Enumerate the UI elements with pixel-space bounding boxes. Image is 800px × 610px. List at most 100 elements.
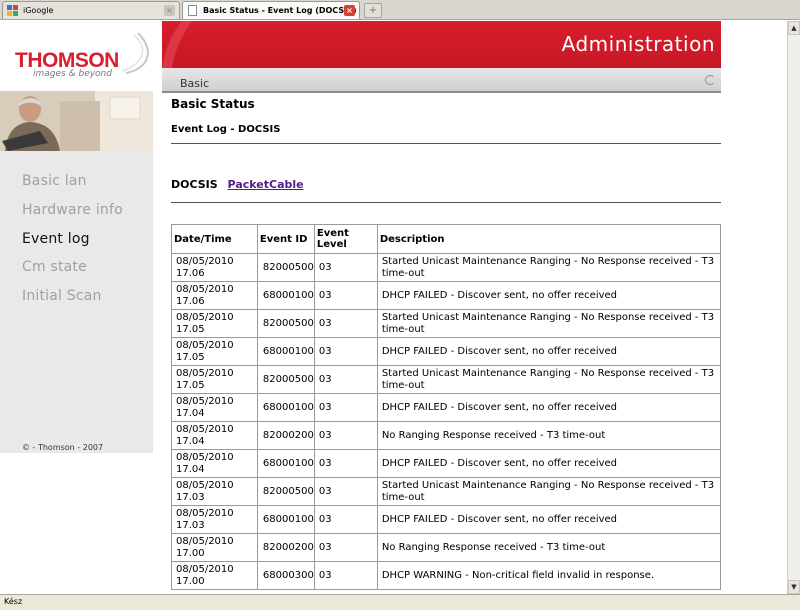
cell-date: 08/05/2010 — [176, 339, 234, 351]
google-favicon-icon — [7, 5, 18, 16]
cell-event-id: 82000200 — [256, 421, 315, 450]
cell-datetime: 08/05/2010 17.03 — [171, 505, 258, 534]
packetcable-link[interactable]: PacketCable — [228, 178, 304, 191]
cell-time: 17.05 — [176, 323, 205, 335]
cell-event-id: 68000100 — [256, 393, 315, 422]
sidebar-item-cm-state[interactable]: Cm state — [22, 259, 87, 275]
table-row: 08/05/2010 17.03 68000100 03 DHCP FAILED - D… — [171, 505, 722, 534]
table-row: 08/05/2010 17.06 82000500 03 Started Unicast… — [171, 253, 722, 282]
column-header-description: Description — [376, 224, 722, 254]
cell-time: 17.00 — [176, 575, 205, 587]
cell-datetime: 08/05/2010 17.03 — [171, 477, 258, 506]
cell-date: 08/05/2010 — [176, 367, 234, 379]
sidebar-item-initial-scan[interactable]: Initial Scan — [22, 288, 102, 304]
page-icon — [188, 5, 197, 16]
tab-close-icon[interactable]: × — [344, 5, 355, 16]
section-tab-basic[interactable]: Basic — [180, 77, 209, 90]
cell-event-level: 03 — [313, 477, 378, 506]
header-title: Administration — [561, 32, 715, 56]
table-row: 08/05/2010 17.04 68000100 03 DHCP FAILED - D… — [171, 449, 722, 478]
thomson-logo: THOMSON images & beyond — [0, 21, 162, 91]
table-row: 08/05/2010 17.04 82000200 03 No Ranging Resp… — [171, 421, 722, 450]
scroll-down-arrow-icon[interactable]: ▼ — [788, 580, 800, 594]
cell-date: 08/05/2010 — [176, 255, 234, 267]
table-row: 08/05/2010 17.00 68000300 03 DHCP WARNING - … — [171, 561, 722, 590]
table-row: 08/05/2010 17.00 82000200 03 No Ranging Resp… — [171, 533, 722, 562]
cell-description: DHCP FAILED - Discover sent, no offer re… — [376, 337, 722, 366]
cell-datetime: 08/05/2010 17.04 — [171, 393, 258, 422]
section-nav: Basic — [162, 68, 721, 93]
man-with-laptop-image — [0, 91, 153, 151]
copyright-text: © - Thomson - 2007 — [22, 443, 104, 452]
table-row: 08/05/2010 17.05 82000500 03 Started Unicast… — [171, 365, 722, 394]
cell-description: DHCP FAILED - Discover sent, no offer re… — [376, 449, 722, 478]
table-row: 08/05/2010 17.06 68000100 03 DHCP FAILED - D… — [171, 281, 722, 310]
cell-datetime: 08/05/2010 17.04 — [171, 449, 258, 478]
cell-event-level: 03 — [313, 505, 378, 534]
cell-event-level: 03 — [313, 449, 378, 478]
cell-datetime: 08/05/2010 17.04 — [171, 421, 258, 450]
table-row: 08/05/2010 17.03 82000500 03 Started Unicast… — [171, 477, 722, 506]
table-header-row: Date/Time Event ID Event Level Descripti… — [171, 224, 722, 254]
cell-datetime: 08/05/2010 17.05 — [171, 309, 258, 338]
cell-datetime: 08/05/2010 17.00 — [171, 561, 258, 590]
cell-event-id: 68000100 — [256, 505, 315, 534]
cell-event-level: 03 — [313, 533, 378, 562]
tab-close-icon[interactable]: × — [164, 5, 175, 16]
cell-time: 17.03 — [176, 491, 205, 503]
cell-date: 08/05/2010 — [176, 283, 234, 295]
cell-time: 17.06 — [176, 267, 205, 279]
cell-time: 17.06 — [176, 295, 205, 307]
scroll-up-arrow-icon[interactable]: ▲ — [788, 21, 800, 35]
cell-event-id: 82000500 — [256, 309, 315, 338]
cell-event-id: 82000500 — [256, 365, 315, 394]
cell-description: Started Unicast Maintenance Ranging - No… — [376, 365, 722, 394]
cell-date: 08/05/2010 — [176, 507, 234, 519]
cell-event-id: 82000500 — [256, 477, 315, 506]
cell-date: 08/05/2010 — [176, 311, 234, 323]
cell-description: DHCP FAILED - Discover sent, no offer re… — [376, 281, 722, 310]
tab-igoogle[interactable]: iGoogle × — [2, 1, 180, 19]
sidebar-item-event-log[interactable]: Event log — [22, 231, 90, 247]
cell-description: DHCP FAILED - Discover sent, no offer re… — [376, 393, 722, 422]
sidebar-item-hardware-info[interactable]: Hardware info — [22, 202, 123, 218]
page-subtitle: Event Log - DOCSIS — [171, 124, 281, 135]
new-tab-button[interactable]: + — [364, 3, 382, 18]
browser-status-bar: Kész — [0, 594, 800, 610]
cell-description: Started Unicast Maintenance Ranging - No… — [376, 253, 722, 282]
cell-event-level: 03 — [313, 393, 378, 422]
cell-event-id: 68000300 — [256, 561, 315, 590]
cell-time: 17.05 — [176, 379, 205, 391]
tab-label: iGoogle — [23, 6, 54, 15]
cell-description: DHCP WARNING - Non-critical field invali… — [376, 561, 722, 590]
cell-time: 17.04 — [176, 435, 205, 447]
divider — [171, 202, 721, 203]
cell-date: 08/05/2010 — [176, 535, 234, 547]
cell-event-level: 03 — [313, 281, 378, 310]
sidebar: Basic lan Hardware info Event log Cm sta… — [0, 151, 153, 453]
table-row: 08/05/2010 17.05 82000500 03 Started Unicast… — [171, 309, 722, 338]
sidebar-item-basic-lan[interactable]: Basic lan — [22, 173, 87, 189]
tab-event-log[interactable]: Basic Status - Event Log (DOCSIS) × — [182, 1, 360, 19]
loading-spinner-icon — [705, 75, 715, 85]
cell-event-level: 03 — [313, 253, 378, 282]
column-header-event-level: Event Level — [313, 224, 378, 254]
cell-time: 17.03 — [176, 519, 205, 531]
status-text: Kész — [4, 597, 23, 606]
cell-datetime: 08/05/2010 17.06 — [171, 281, 258, 310]
cell-event-level: 03 — [313, 309, 378, 338]
cell-event-id: 68000100 — [256, 281, 315, 310]
header-banner: Administration — [162, 21, 721, 68]
tab-label: Basic Status - Event Log (DOCSIS) — [203, 6, 357, 15]
cell-datetime: 08/05/2010 17.00 — [171, 533, 258, 562]
cell-event-level: 03 — [313, 365, 378, 394]
event-log-table: Date/Time Event ID Event Level Descripti… — [171, 224, 722, 590]
cell-event-level: 03 — [313, 561, 378, 590]
divider — [171, 143, 721, 144]
vertical-scrollbar[interactable]: ▲ ▼ — [787, 21, 800, 594]
cell-datetime: 08/05/2010 17.06 — [171, 253, 258, 282]
cell-event-id: 68000100 — [256, 337, 315, 366]
cell-date: 08/05/2010 — [176, 395, 234, 407]
page-viewport: THOMSON images & beyond Basic lan Hardwa… — [0, 21, 787, 594]
cell-description: No Ranging Response received - T3 time-o… — [376, 533, 722, 562]
